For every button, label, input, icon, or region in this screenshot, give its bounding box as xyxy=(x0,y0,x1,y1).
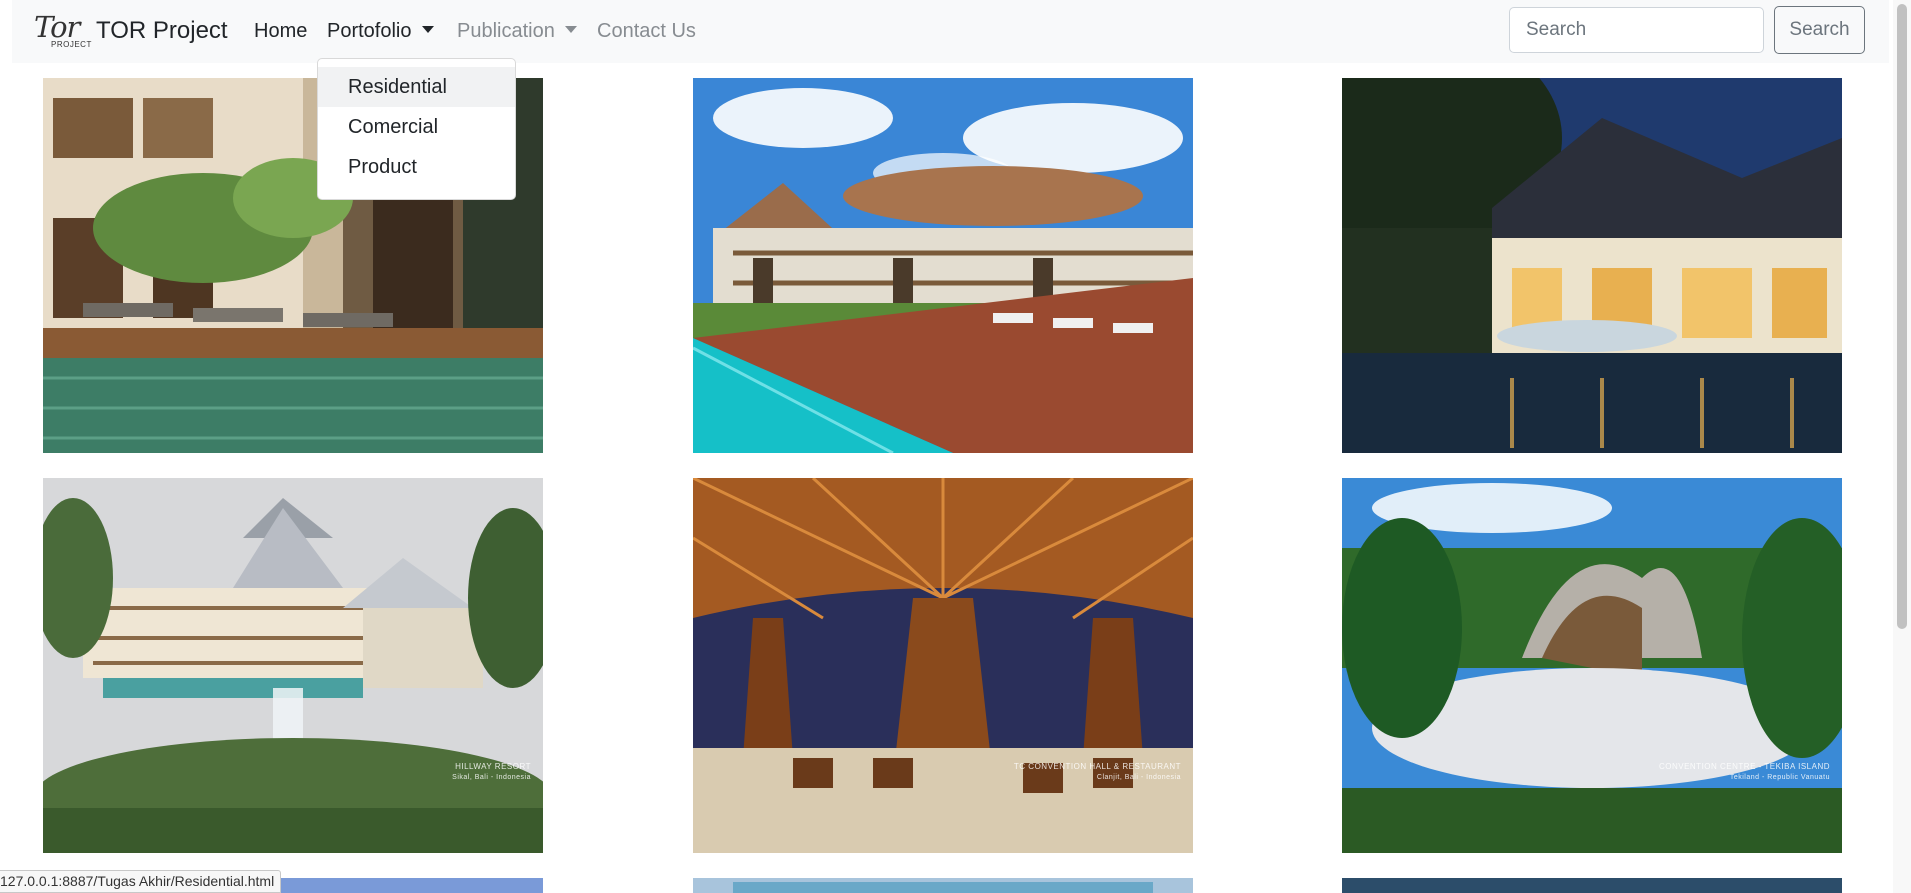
caret-down-icon xyxy=(421,26,434,33)
scrollbar-thumb[interactable] xyxy=(1897,4,1907,629)
photo-caption-convention: TC CONVENTION HALL & RESTAURANT Clanjit,… xyxy=(1014,761,1181,783)
nav-publication-label: Publication xyxy=(457,20,555,42)
project-image-night-villa[interactable] xyxy=(1342,78,1842,453)
project-image-row3-col2[interactable] xyxy=(693,878,1193,893)
nav-portofolio[interactable]: Portofolio xyxy=(327,18,434,44)
nav-contact-us[interactable]: Contact Us xyxy=(597,18,696,44)
search-input[interactable] xyxy=(1509,7,1764,53)
tor-logo: Tor PROJECT xyxy=(34,10,94,52)
vertical-scrollbar[interactable] xyxy=(1893,0,1911,893)
photo-caption-hillway: HILLWAY RESORT Sikal, Bali - Indonesia xyxy=(452,761,531,783)
project-image-resort-pool[interactable] xyxy=(693,78,1193,453)
nav-home[interactable]: Home xyxy=(254,18,307,44)
nav-portofolio-label: Portofolio xyxy=(327,20,412,42)
status-bar-url: 127.0.0.1:8887/Tugas Akhir/Residential.h… xyxy=(0,870,282,893)
logo-subtitle: PROJECT xyxy=(51,40,92,49)
project-image-tropical-convention-centre[interactable]: CONVENTION CENTRE - TEKIBA ISLAND Tekila… xyxy=(1342,478,1842,853)
dropdown-item-product[interactable]: Product xyxy=(318,147,515,187)
nav-publication[interactable]: Publication xyxy=(457,18,577,44)
caption-subtitle: Clanjit, Bali - Indonesia xyxy=(1096,774,1181,781)
brand-link[interactable]: Tor PROJECT TOR Project xyxy=(34,10,228,52)
caption-title: CONVENTION CENTRE - TEKIBA ISLAND xyxy=(1658,762,1830,771)
project-image-convention-restaurant[interactable]: TC CONVENTION HALL & RESTAURANT Clanjit,… xyxy=(693,478,1193,853)
caption-subtitle: Tekiland - Republic Vanuatu xyxy=(1729,774,1830,781)
navbar: Tor PROJECT TOR Project Home Portofolio … xyxy=(12,0,1889,63)
photo-caption-tekiba: CONVENTION CENTRE - TEKIBA ISLAND Tekila… xyxy=(1659,761,1830,783)
caption-title: HILLWAY RESORT xyxy=(455,762,531,771)
caption-title: TC CONVENTION HALL & RESTAURANT xyxy=(1013,762,1181,771)
dropdown-item-residential[interactable]: Residential xyxy=(318,67,515,107)
logo-script: Tor xyxy=(34,10,80,44)
page: Tor PROJECT TOR Project Home Portofolio … xyxy=(0,0,1911,893)
caret-down-icon xyxy=(564,26,577,33)
dropdown-item-comercial[interactable]: Comercial xyxy=(318,107,515,147)
caption-subtitle: Sikal, Bali - Indonesia xyxy=(452,774,531,781)
brand-name: TOR Project xyxy=(96,17,228,44)
project-image-row3-col3[interactable] xyxy=(1342,878,1842,893)
portofolio-dropdown-menu: Residential Comercial Product xyxy=(317,58,516,200)
search-button[interactable]: Search xyxy=(1774,6,1865,54)
project-image-hillside-resort[interactable]: HILLWAY RESORT Sikal, Bali - Indonesia xyxy=(43,478,543,853)
